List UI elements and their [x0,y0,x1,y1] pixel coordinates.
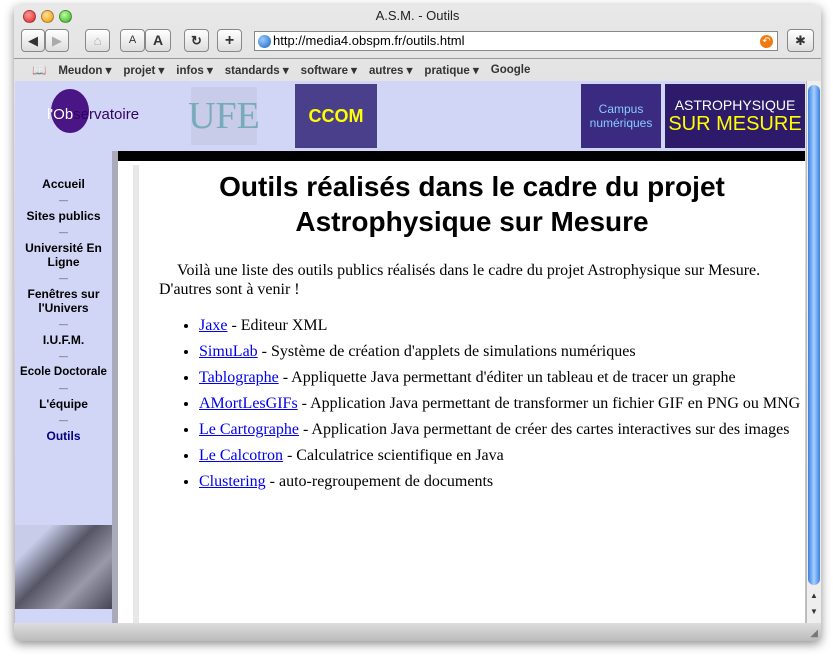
nav-outils-active[interactable]: Outils [15,429,112,443]
scrollbar-thumb[interactable] [808,85,820,585]
bookmark-software[interactable]: software ▾ [301,63,357,77]
list-item: Tablographe - Appliquette Java permettan… [199,365,805,391]
nav-separator: — [59,195,68,205]
browser-window: A.S.M. - Outils ◀ ▶ ⌂ A A ↻ + http://med… [14,5,821,641]
snapback-icon[interactable]: ↶ [760,35,773,48]
tool-description: - Application Java permettant de créer d… [298,421,790,438]
bookmarks-bar: 📖 Meudon ▾ projet ▾ infos ▾ standards ▾ … [14,58,821,80]
nav-separator: — [59,227,68,237]
bug-report-button[interactable]: ✱ [787,29,814,52]
nav-separator: — [59,351,68,361]
tool-description: - auto-regroupement de documents [265,473,494,490]
nav-separator: — [59,319,68,329]
reload-button[interactable]: ↻ [184,29,209,52]
nav-separator: — [59,273,68,283]
nav-sites-publics[interactable]: Sites publics [15,209,112,223]
astronomer-engraving-image [15,525,112,609]
url-text: http://media4.obspm.fr/outils.html [273,33,465,48]
list-item: Le Cartographe - Application Java permet… [199,417,805,443]
tool-link-le-cartographe[interactable]: Le Cartographe [199,421,299,438]
nav-separator: — [59,415,68,425]
astrophysique-sur-mesure-logo[interactable]: ASTROPHYSIQUE SUR MESURE [665,84,805,148]
bookmark-autres[interactable]: autres ▾ [369,63,412,77]
ufe-logo[interactable]: UFE [188,87,260,145]
text-larger-button[interactable]: A [145,29,171,52]
nav-accueil[interactable]: Accueil [15,177,112,191]
intro-paragraph: Voilà une liste des outils publics réali… [159,262,761,298]
tool-description: - Application Java permettant de transfo… [297,395,801,412]
home-button[interactable]: ⌂ [85,29,110,52]
observatoire-logo[interactable]: l'Ob servatoire [43,89,153,139]
bookmark-projet[interactable]: projet ▾ [123,63,164,77]
text-smaller-button[interactable]: A [120,29,145,52]
address-bar[interactable]: http://media4.obspm.fr/outils.html ↶ [254,31,778,51]
status-bar: ◢ [14,623,821,641]
page-title: Outils réalisés dans le cadre du projet … [219,171,725,237]
site-header: l'Ob servatoire UFE CCOM Campus numérique… [15,81,805,151]
tool-description: - Calculatrice scientifique en Java [282,447,504,464]
tool-link-jaxe[interactable]: Jaxe [199,317,227,334]
book-icon[interactable]: 📖 [32,63,46,77]
ccom-logo[interactable]: CCOM [295,84,377,148]
bookmark-meudon[interactable]: Meudon ▾ [58,63,111,77]
tool-link-clustering[interactable]: Clustering [199,473,266,490]
back-button[interactable]: ◀ [21,29,45,52]
tool-description: - Système de création d'applets de simul… [257,343,636,360]
tool-link-le-calcotron[interactable]: Le Calcotron [199,447,283,464]
tool-link-amortlesgifs[interactable]: AMortLesGIFs [199,395,298,412]
list-item: Jaxe - Editeur XML [199,313,805,339]
bookmark-standards[interactable]: standards ▾ [225,63,289,77]
resize-grip-icon[interactable]: ◢ [810,628,818,639]
scroll-up-arrow[interactable]: ▲ [807,591,821,600]
sidebar-nav: Accueil — Sites publics — Université En … [15,151,118,623]
page-content: l'Ob servatoire UFE CCOM Campus numérique… [15,81,805,623]
campus-numeriques-logo[interactable]: Campus numériques [581,84,661,148]
nav-ecole-doctorale[interactable]: Ecole Doctorale [15,365,112,379]
globe-icon [258,35,271,48]
toolbar: ◀ ▶ ⌂ A A ↻ + http://media4.obspm.fr/out… [14,29,821,55]
add-bookmark-button[interactable]: + [217,29,242,52]
vertical-scrollbar[interactable]: ▲ ▼ [806,81,821,623]
tool-link-tablographe[interactable]: Tablographe [199,369,279,386]
window-title: A.S.M. - Outils [375,8,460,23]
nav-universite-en-ligne[interactable]: Université En Ligne [15,241,112,269]
list-item: Clustering - auto-regroupement de docume… [199,469,805,495]
tools-list: Jaxe - Editeur XML SimuLab - Système de … [199,313,805,495]
nav-separator: — [59,383,68,393]
bookmark-pratique[interactable]: pratique ▾ [424,63,478,77]
bookmark-infos[interactable]: infos ▾ [176,63,212,77]
scroll-down-arrow[interactable]: ▼ [807,607,821,616]
bookmark-google[interactable]: Google [491,64,531,76]
main-content: Outils réalisés dans le cadre du projet … [133,165,805,623]
nav-iufm[interactable]: I.U.F.M. [15,333,112,347]
tool-link-simulab[interactable]: SimuLab [199,343,258,360]
list-item: Le Calcotron - Calculatrice scientifique… [199,443,805,469]
nav-fenetres-sur-l-univers[interactable]: Fenêtres sur l'Univers [15,287,112,315]
tool-description: - Appliquette Java permettant d'éditer u… [278,369,736,386]
nav-equipe[interactable]: L'équipe [15,397,112,411]
forward-button[interactable]: ▶ [45,29,69,52]
list-item: AMortLesGIFs - Application Java permetta… [199,391,805,417]
header-divider [105,151,805,161]
list-item: SimuLab - Système de création d'applets … [199,339,805,365]
tool-description: - Editeur XML [227,317,328,334]
